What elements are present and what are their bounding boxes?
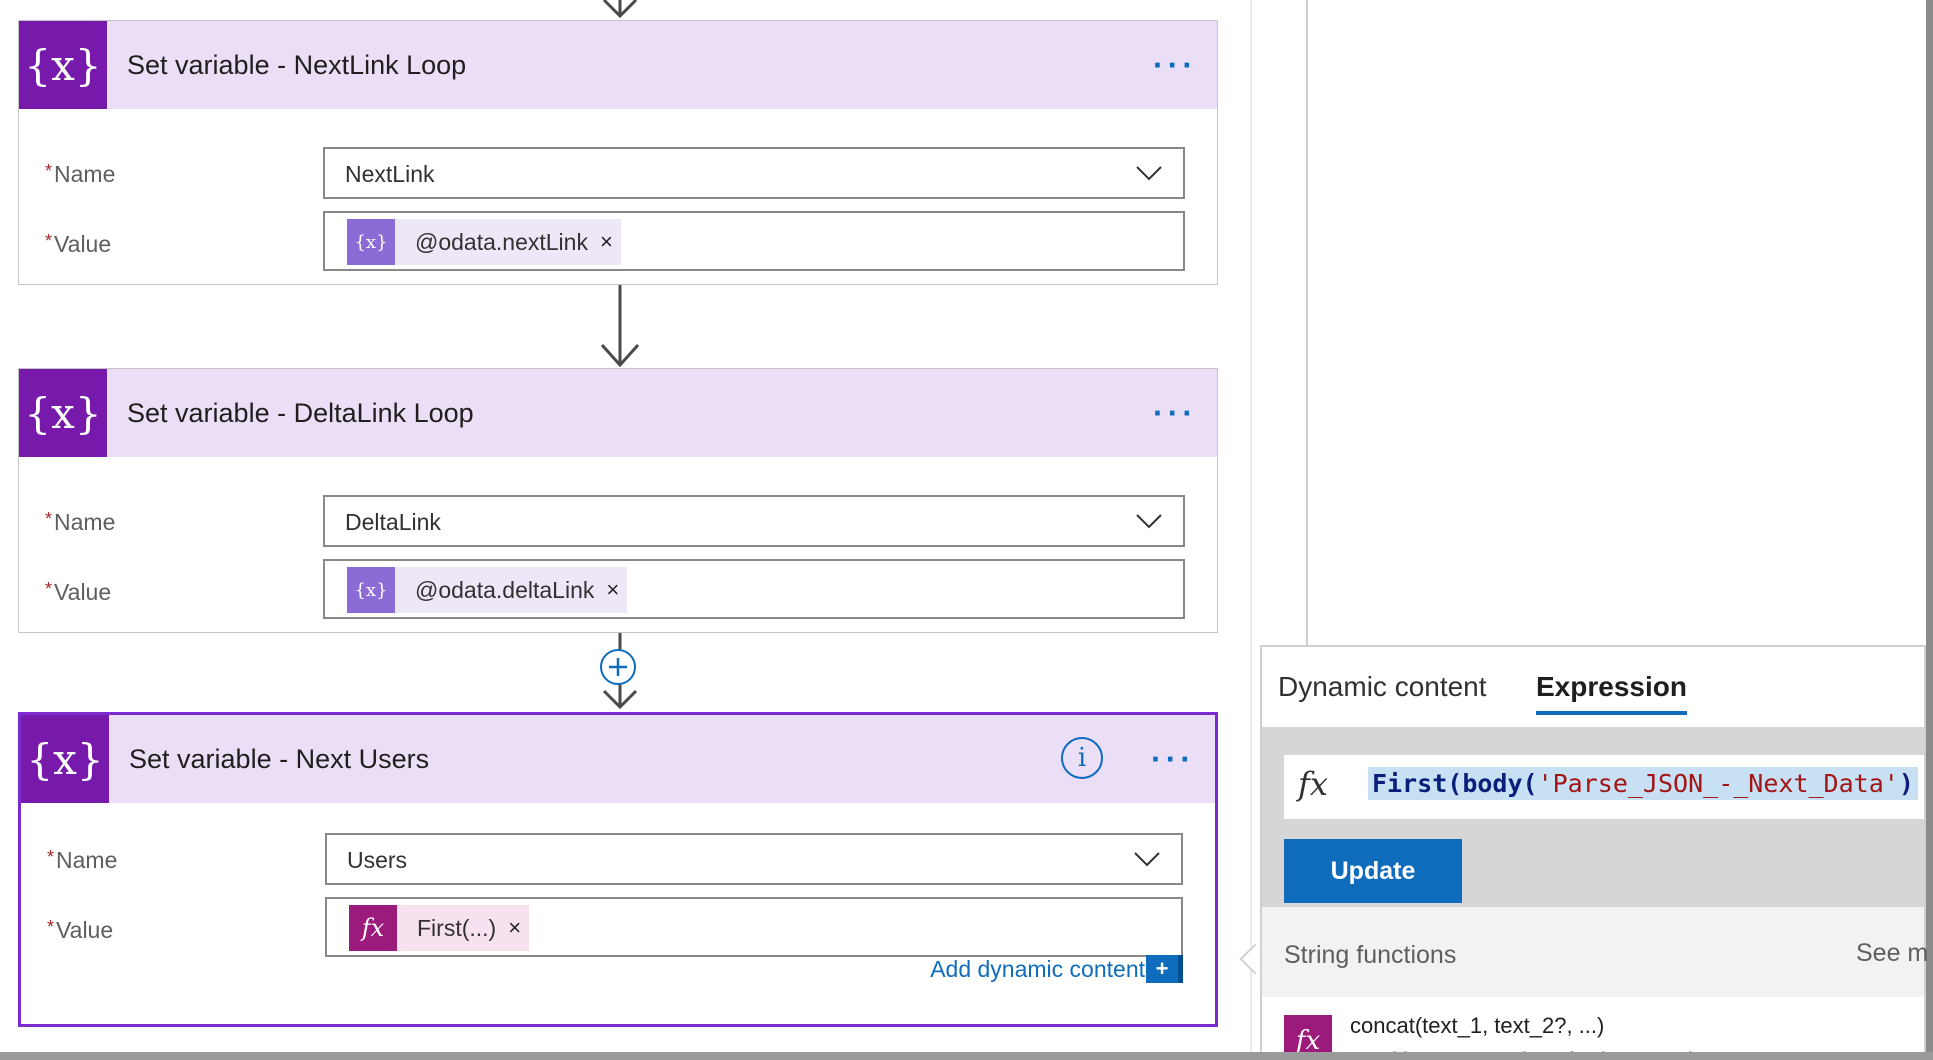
function-name: concat(text_1, text_2?, ...) [1350, 1013, 1605, 1038]
variable-token-icon: {x} [347, 567, 395, 613]
card-body: *Name DeltaLink *Value {x} @odata.deltaL… [19, 457, 1217, 634]
value-input[interactable]: fx First(...) × [325, 897, 1183, 957]
value-input[interactable]: {x} @odata.nextLink × [323, 211, 1185, 271]
expression-function-first: First( [1372, 769, 1463, 798]
add-dynamic-content-icon[interactable]: + [1146, 955, 1183, 983]
fx-icon: fx [349, 905, 397, 951]
remove-token-icon[interactable]: × [606, 577, 619, 603]
chevron-down-icon[interactable] [1135, 511, 1163, 531]
card-body: *Name NextLink *Value {x} @odata.nextLin… [19, 109, 1217, 286]
fx-icon: fx [1298, 765, 1328, 803]
chevron-down-icon[interactable] [1133, 849, 1161, 869]
name-label: Name [54, 161, 116, 187]
chevron-down-icon[interactable] [1135, 163, 1163, 183]
function-section-header: String functions See m [1262, 907, 1928, 997]
value-label: Value [56, 917, 114, 943]
token-label: @odata.nextLink [415, 228, 588, 255]
expression-function-body: body( [1462, 769, 1538, 798]
name-dropdown-value: DeltaLink [345, 509, 441, 535]
remove-token-icon[interactable]: × [600, 229, 613, 255]
window-bottom-edge [0, 1052, 1933, 1060]
card-header[interactable]: {x} Set variable - DeltaLink Loop ··· [19, 369, 1217, 457]
connector-arrow-top [602, 0, 638, 19]
card-header[interactable]: {x} Set variable - NextLink Loop ··· [19, 21, 1217, 109]
see-more-link[interactable]: See m [1856, 939, 1928, 968]
name-field-label: *Name [45, 509, 115, 536]
action-card-next-users[interactable]: {x} Set variable - Next Users i ··· *Nam… [18, 712, 1218, 1027]
plus-icon [609, 658, 627, 676]
required-mark: * [45, 231, 53, 251]
name-field-label: *Name [45, 161, 115, 188]
card-title[interactable]: Set variable - NextLink Loop [127, 50, 466, 81]
expression-string: 'Parse_JSON_-_Next_Data' [1537, 769, 1899, 798]
token-label: @odata.deltaLink [415, 576, 595, 603]
name-field-label: *Name [47, 847, 117, 874]
more-options-icon[interactable]: ··· [1153, 45, 1197, 85]
value-field-label: *Value [45, 579, 111, 606]
tab-dynamic-content[interactable]: Dynamic content [1278, 671, 1487, 703]
function-list-item[interactable]: fx concat(text_1, text_2?, ...) Combines… [1262, 997, 1924, 1060]
required-mark: * [47, 847, 55, 867]
expression-input[interactable]: fx First(body('Parse_JSON_-_Next_Data') [1284, 755, 1924, 819]
name-dropdown[interactable]: DeltaLink [323, 495, 1185, 547]
required-mark: * [47, 917, 55, 937]
flow-designer-canvas: {x} Set variable - NextLink Loop ··· *Na… [0, 0, 1933, 1060]
value-field-label: *Value [45, 231, 111, 258]
variable-icon: {x} [19, 21, 107, 109]
variable-icon: {x} [19, 369, 107, 457]
expression-editor-area: fx First(body('Parse_JSON_-_Next_Data') … [1262, 727, 1924, 907]
token-label: First(...) [417, 914, 497, 941]
tab-expression[interactable]: Expression [1536, 671, 1687, 715]
panel-tabs: Dynamic content Expression [1262, 647, 1924, 727]
value-input[interactable]: {x} @odata.deltaLink × [323, 559, 1185, 619]
dynamic-content-panel: Dynamic content Expression fx First(body… [1260, 645, 1928, 1060]
required-mark: * [45, 161, 53, 181]
name-dropdown-value: Users [347, 847, 408, 873]
add-dynamic-content-link[interactable]: Add dynamic content [930, 956, 1145, 983]
dynamic-token[interactable]: {x} @odata.nextLink × [347, 219, 621, 265]
name-dropdown[interactable]: Users [325, 833, 1183, 885]
connector-arrow [600, 285, 640, 368]
add-step-button[interactable] [600, 649, 636, 685]
more-options-icon[interactable]: ··· [1153, 393, 1197, 433]
action-card-deltalink-loop[interactable]: {x} Set variable - DeltaLink Loop ··· *N… [18, 368, 1218, 633]
variable-token-icon: {x} [347, 219, 395, 265]
name-dropdown[interactable]: NextLink [323, 147, 1185, 199]
name-dropdown-value: NextLink [345, 161, 435, 187]
required-mark: * [45, 509, 53, 529]
dynamic-token[interactable]: {x} @odata.deltaLink × [347, 567, 628, 613]
action-card-nextlink-loop[interactable]: {x} Set variable - NextLink Loop ··· *Na… [18, 20, 1218, 285]
variable-icon: {x} [21, 715, 109, 803]
expression-token[interactable]: fx First(...) × [349, 905, 530, 951]
window-edge [1926, 0, 1933, 1060]
name-label: Name [56, 847, 118, 873]
expression-close: ) [1898, 769, 1914, 798]
value-field-label: *Value [47, 917, 113, 944]
side-blank-area [1306, 0, 1928, 645]
info-icon[interactable]: i [1061, 737, 1103, 779]
remove-token-icon[interactable]: × [508, 915, 521, 941]
card-title[interactable]: Set variable - DeltaLink Loop [127, 398, 474, 429]
value-label: Value [54, 579, 112, 605]
required-mark: * [45, 579, 53, 599]
name-label: Name [54, 509, 116, 535]
expression-text[interactable]: First(body('Parse_JSON_-_Next_Data') [1368, 767, 1918, 800]
card-title[interactable]: Set variable - Next Users [129, 744, 429, 775]
card-body: *Name Users *Value fx First(...) × Add d… [21, 803, 1215, 1027]
section-title: String functions [1284, 941, 1457, 969]
value-label: Value [54, 231, 112, 257]
update-button[interactable]: Update [1284, 839, 1462, 903]
card-header[interactable]: {x} Set variable - Next Users i ··· [21, 715, 1215, 803]
more-options-icon[interactable]: ··· [1151, 739, 1195, 779]
canvas-divider [1250, 0, 1252, 1060]
